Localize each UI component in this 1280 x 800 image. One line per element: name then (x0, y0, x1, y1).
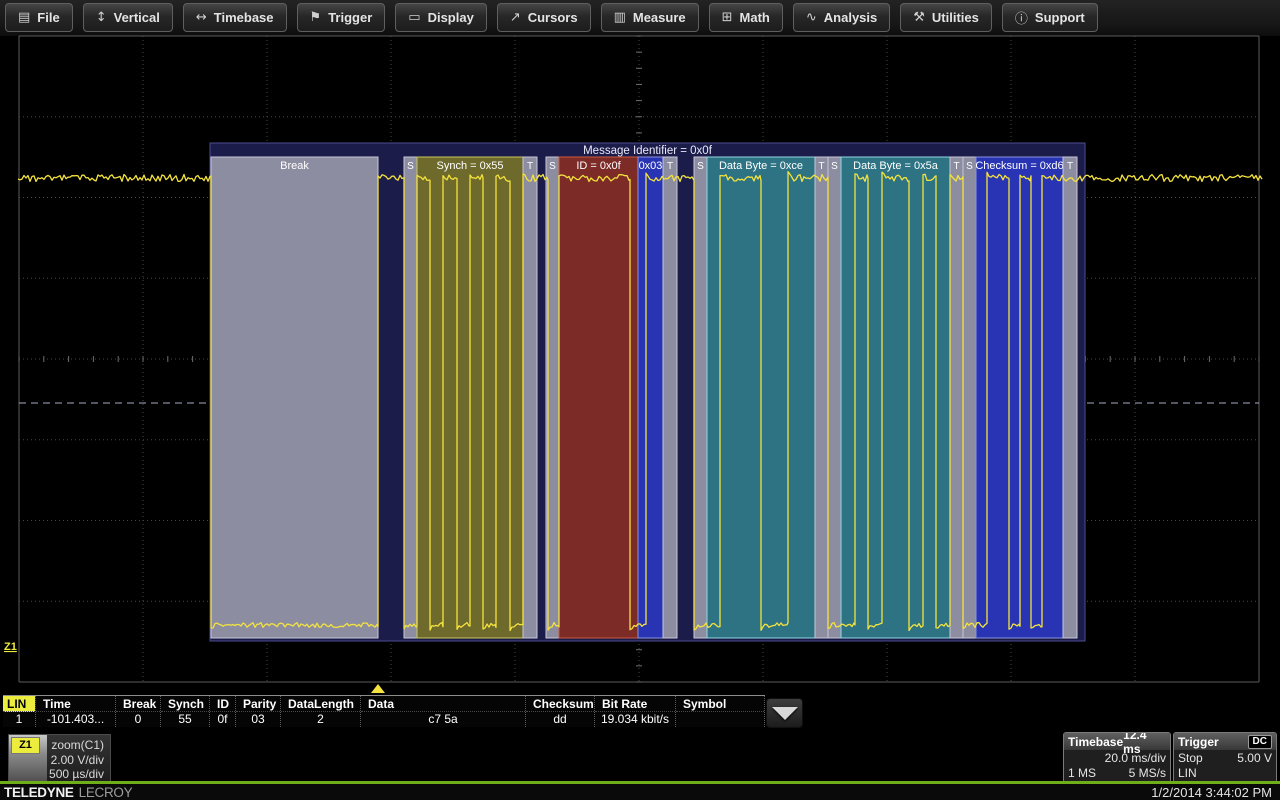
table-header-parity: Parity (236, 696, 280, 712)
brand-logo-secondary: LECROY (79, 785, 133, 800)
decode-field-t (950, 157, 963, 638)
table-column-id: ID0f (210, 696, 236, 727)
decode-field-t-label: T (818, 161, 824, 172)
table-header-id: ID (210, 696, 235, 712)
table-cell-lin[interactable]: 1 (3, 712, 35, 727)
trigger-position-marker[interactable] (371, 684, 385, 693)
table-cell-bit-rate[interactable]: 19.034 kbit/s (595, 712, 675, 727)
table-cell-synch[interactable]: 55 (161, 712, 209, 727)
message-identifier-label: Message Identifier = 0x0f (583, 145, 713, 157)
decode-field-s-label: S (407, 161, 414, 172)
decode-field-s (404, 157, 417, 638)
decode-field-t-label: T (527, 161, 533, 172)
descriptor-source: zoom(C1) (51, 738, 104, 752)
decode-field-data-label: Data Byte = 0x5a (853, 160, 939, 172)
table-header-datalength: DataLength (281, 696, 360, 712)
decode-field-s-label: S (549, 161, 556, 172)
timebase-samples: 1 MS (1068, 766, 1096, 780)
decode-field-break (211, 157, 378, 638)
decode-field-s-label: S (697, 161, 704, 172)
table-column-checksum: Checksumdd (526, 696, 595, 727)
decode-field-checksum-label: Checksum = 0xd6 (975, 160, 1063, 172)
table-collapse-button[interactable] (766, 698, 803, 728)
decode-field-id-label: ID = 0x0f (576, 160, 621, 172)
trigger-type: LIN (1178, 766, 1197, 780)
table-cell-break[interactable]: 0 (116, 712, 160, 727)
descriptor-horizontal-scale: 500 µs/div (49, 767, 104, 781)
decode-field-s-label: S (831, 161, 838, 172)
trigger-label: Trigger (1178, 735, 1219, 749)
decode-field-data (841, 157, 950, 638)
decode-field-0x03-label: 0x03 (639, 160, 663, 172)
table-cell-id[interactable]: 0f (210, 712, 235, 727)
decode-field-t-label: T (953, 161, 959, 172)
table-cell-symbol[interactable] (676, 712, 764, 727)
table-cell-time[interactable]: -101.403... (36, 712, 115, 727)
decode-field-s-label: S (966, 161, 973, 172)
table-column-synch: Synch55 (161, 696, 210, 727)
decode-field-t (1063, 157, 1077, 638)
decode-field-t-label: T (667, 161, 673, 172)
table-header-time: Time (36, 696, 115, 712)
table-column-symbol: Symbol (676, 696, 765, 727)
decode-field-t-label: T (1067, 161, 1073, 172)
table-column-time: Time-101.403... (36, 696, 116, 727)
decode-field-t (663, 157, 677, 638)
table-cell-data[interactable]: c7 5a (361, 712, 525, 727)
table-column-bit-rate: Bit Rate19.034 kbit/s (595, 696, 676, 727)
timebase-label: Timebase (1068, 735, 1123, 749)
table-column-break: Break0 (116, 696, 161, 727)
decode-field-data-label: Data Byte = 0xce (719, 160, 803, 172)
table-cell-datalength[interactable]: 2 (281, 712, 360, 727)
table-header-bit-rate: Bit Rate (595, 696, 675, 712)
table-header-lin: LIN (3, 696, 35, 712)
decode-field-t (815, 157, 828, 638)
decode-result-table[interactable]: LIN1Time-101.403...Break0Synch55ID0fPari… (3, 695, 765, 727)
chevron-down-icon (772, 707, 798, 720)
trigger-panel[interactable]: Trigger DC Stop 5.00 V LIN (1173, 732, 1277, 783)
table-column-datalength: DataLength2 (281, 696, 361, 727)
timebase-panel[interactable]: Timebase 12.4 ms 20.0 ms/div 1 MS 5 MS/s (1063, 732, 1171, 783)
z1-trace-descriptor[interactable]: Z1 zoom(C1) 2.00 V/div 500 µs/div (8, 734, 111, 783)
timebase-scale: 20.0 ms/div (1105, 751, 1166, 765)
table-column-lin: LIN1 (3, 696, 36, 727)
decode-field-id (559, 157, 638, 638)
trigger-level: 5.00 V (1237, 751, 1272, 765)
table-cell-parity[interactable]: 03 (236, 712, 280, 727)
decode-field-s (963, 157, 976, 638)
table-header-synch: Synch (161, 696, 209, 712)
decode-field-s (828, 157, 841, 638)
decode-field-t (523, 157, 537, 638)
decode-field-synch-label: Synch = 0x55 (437, 160, 504, 172)
descriptor-vertical-scale: 2.00 V/div (51, 753, 104, 767)
waveform-display[interactable]: Message Identifier = 0x0f Break S Synch = 0… (0, 0, 1280, 695)
table-cell-checksum[interactable]: dd (526, 712, 594, 727)
trigger-mode: Stop (1178, 751, 1203, 765)
z1-badge: Z1 (11, 737, 40, 754)
table-column-data: Datac7 5a (361, 696, 526, 727)
table-column-parity: Parity03 (236, 696, 281, 727)
table-header-data: Data (361, 696, 525, 712)
trigger-coupling-badge: DC (1248, 735, 1272, 749)
decode-field-0x03 (638, 157, 663, 638)
brand-logo: TELEDYNE (4, 785, 74, 800)
table-header-symbol: Symbol (676, 696, 764, 712)
clock: 1/2/2014 3:44:02 PM (1151, 785, 1272, 800)
decode-field-s (694, 157, 707, 638)
timebase-rate: 5 MS/s (1129, 766, 1166, 780)
z1-axis-label: Z1 (4, 641, 17, 653)
table-header-break: Break (116, 696, 160, 712)
table-header-checksum: Checksum (526, 696, 594, 712)
decode-field-break-label: Break (280, 160, 309, 172)
status-bar: TELEDYNE LECROY 1/2/2014 3:44:02 PM (0, 784, 1280, 800)
